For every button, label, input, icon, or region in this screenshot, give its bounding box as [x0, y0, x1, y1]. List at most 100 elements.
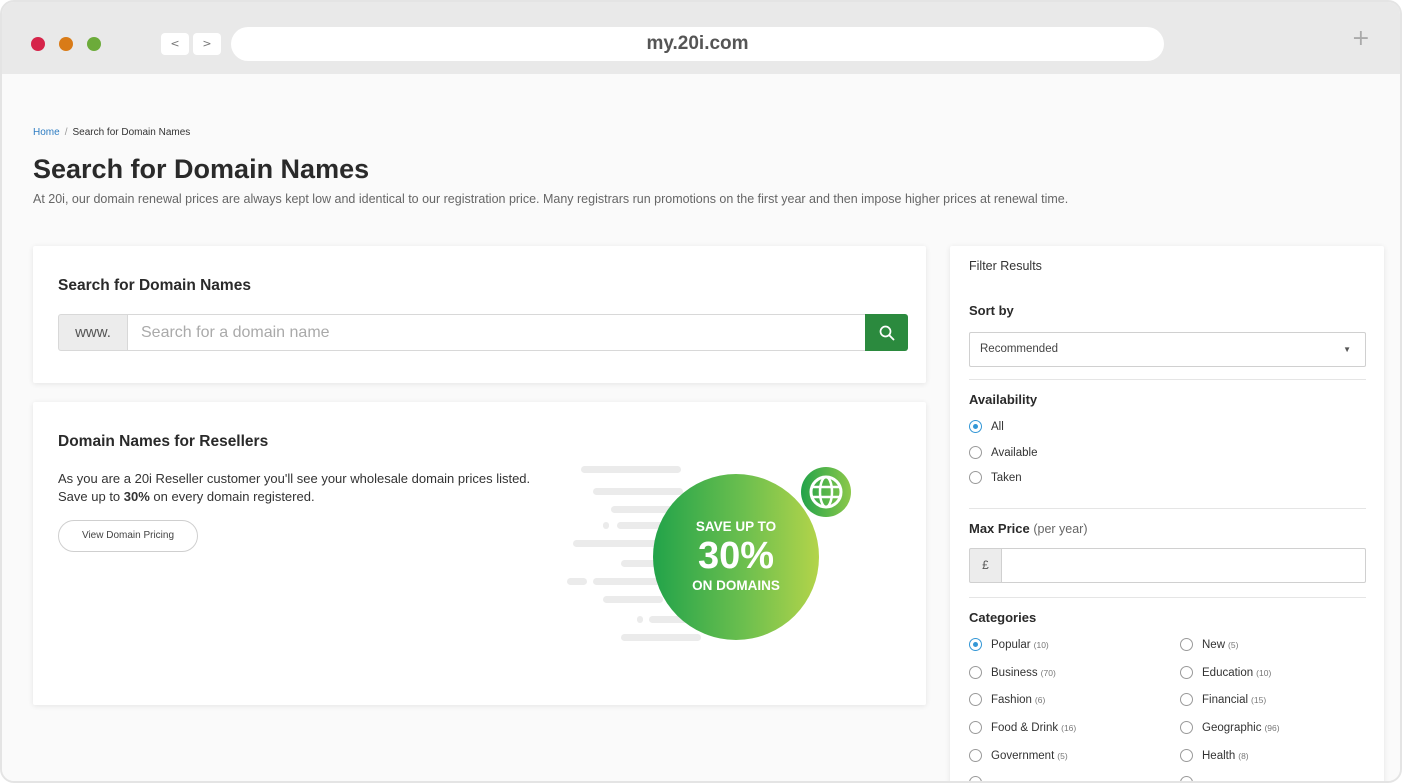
- max-price-suffix: (per year): [1033, 522, 1088, 536]
- radio-button[interactable]: [969, 666, 982, 679]
- decorative-line: [567, 578, 587, 585]
- option-count: (70): [1040, 667, 1056, 678]
- radio-button[interactable]: [969, 693, 982, 706]
- decorative-line: [593, 488, 683, 495]
- decorative-line: [603, 522, 609, 529]
- resellers-card-heading: Domain Names for Resellers: [58, 433, 269, 450]
- category-option-popular[interactable]: Popular (10): [969, 638, 1049, 651]
- domain-search-input[interactable]: [127, 314, 867, 351]
- chevron-right-icon: >: [202, 37, 212, 50]
- category-option-health[interactable]: Health (8): [1180, 749, 1249, 762]
- search-icon: [879, 325, 894, 340]
- category-option-financial[interactable]: Financial (15): [1180, 693, 1266, 706]
- address-bar[interactable]: my.20i.com: [231, 27, 1164, 61]
- page-content: Home / Search for Domain Names Search for …: [2, 74, 1400, 781]
- promo-line-2: 30%: [697, 535, 775, 577]
- page-title: Search for Domain Names: [33, 154, 370, 184]
- max-price-title: Max Price: [969, 521, 1030, 536]
- breadcrumb-home-link[interactable]: Home: [33, 127, 60, 138]
- back-button[interactable]: <: [161, 33, 189, 55]
- divider: [969, 379, 1366, 380]
- resellers-card: Domain Names for Resellers As you are a …: [33, 402, 926, 705]
- close-window-button[interactable]: [31, 37, 45, 51]
- option-count: (16): [1061, 722, 1077, 733]
- radio-button[interactable]: [969, 638, 982, 651]
- address-bar-url: my.20i.com: [646, 33, 749, 54]
- option-label: Education: [1202, 666, 1254, 679]
- option-label: Geographic: [1202, 721, 1262, 734]
- category-option-business[interactable]: Business (70): [969, 666, 1056, 679]
- option-label: Popular: [991, 638, 1031, 651]
- divider: [969, 597, 1366, 598]
- domain-search-card: Search for Domain Names www.: [33, 246, 926, 383]
- globe-icon: [799, 465, 853, 519]
- view-domain-pricing-button[interactable]: View Domain Pricing: [58, 520, 198, 552]
- decorative-line: [603, 596, 663, 603]
- max-price-field: £: [969, 548, 1366, 583]
- browser-toolbar: < > my.20i.com +: [2, 2, 1400, 74]
- category-option-fashion[interactable]: Fashion (6): [969, 693, 1045, 706]
- promo-graphic: SAVE UP TO 30% ON DOMAINS: [563, 458, 863, 648]
- currency-symbol: £: [969, 548, 1002, 583]
- radio-button[interactable]: [969, 446, 982, 459]
- option-label: Available: [991, 446, 1038, 459]
- category-option-government[interactable]: Government (5): [969, 749, 1068, 762]
- breadcrumb-separator: /: [64, 127, 68, 138]
- option-label: Financial: [1202, 693, 1249, 706]
- radio-button[interactable]: [969, 749, 982, 762]
- availability-option-available[interactable]: Available: [969, 446, 1037, 459]
- category-option-new[interactable]: New (5): [1180, 638, 1238, 651]
- availability-label: Availability: [969, 392, 1038, 407]
- radio-button[interactable]: [1180, 749, 1193, 762]
- radio-button[interactable]: [1180, 638, 1193, 651]
- max-price-label: Max Price (per year): [969, 521, 1088, 536]
- option-count: (15): [1251, 694, 1267, 705]
- radio-button[interactable]: [969, 721, 982, 734]
- category-option-partial[interactable]: [969, 776, 991, 781]
- option-label: Fashion: [991, 693, 1032, 706]
- option-count: (96): [1264, 722, 1280, 733]
- caret-down-icon: ▼: [1343, 345, 1351, 354]
- option-label: New: [1202, 638, 1226, 651]
- forward-button[interactable]: >: [193, 33, 221, 55]
- option-label: All: [991, 420, 1004, 433]
- resellers-text-end: on every domain registered.: [149, 489, 315, 504]
- breadcrumb: Home / Search for Domain Names: [33, 127, 190, 138]
- availability-option-all[interactable]: All: [969, 420, 1004, 433]
- category-option-education[interactable]: Education (10): [1180, 666, 1271, 679]
- www-prefix: www.: [58, 314, 128, 351]
- decorative-line: [581, 466, 681, 473]
- resellers-text-discount: 30%: [123, 489, 150, 504]
- categories-label: Categories: [969, 610, 1037, 625]
- availability-option-taken[interactable]: Taken: [969, 471, 1022, 484]
- new-tab-button[interactable]: +: [1352, 26, 1370, 51]
- radio-button[interactable]: [1180, 693, 1193, 706]
- radio-button[interactable]: [1180, 776, 1193, 781]
- option-label: Food & Drink: [991, 721, 1059, 734]
- radio-button[interactable]: [1180, 666, 1193, 679]
- sort-by-label: Sort by: [969, 303, 1014, 318]
- category-option-partial[interactable]: [1180, 776, 1202, 781]
- page-subtitle: At 20i, our domain renewal prices are al…: [33, 192, 1069, 206]
- category-option-geographic[interactable]: Geographic (96): [1180, 721, 1280, 734]
- option-label: Health: [1202, 749, 1236, 762]
- option-label: Government: [991, 749, 1055, 762]
- filter-panel-title: Filter Results: [969, 259, 1042, 273]
- search-card-heading: Search for Domain Names: [58, 277, 251, 294]
- option-count: (5): [1228, 639, 1239, 650]
- category-option-food-drink[interactable]: Food & Drink (16): [969, 721, 1076, 734]
- sort-by-select[interactable]: Recommended ▼: [969, 332, 1366, 367]
- option-label: Taken: [991, 471, 1022, 484]
- option-count: (6): [1034, 694, 1046, 705]
- radio-button[interactable]: [1180, 721, 1193, 734]
- option-count: (8): [1238, 750, 1249, 761]
- search-button[interactable]: [865, 314, 908, 351]
- max-price-input[interactable]: [1001, 548, 1366, 583]
- radio-button[interactable]: [969, 471, 982, 484]
- minimize-window-button[interactable]: [59, 37, 73, 51]
- radio-button[interactable]: [969, 776, 982, 781]
- radio-button[interactable]: [969, 420, 982, 433]
- option-count: (10): [1256, 667, 1272, 678]
- decorative-line: [637, 616, 643, 623]
- maximize-window-button[interactable]: [87, 37, 101, 51]
